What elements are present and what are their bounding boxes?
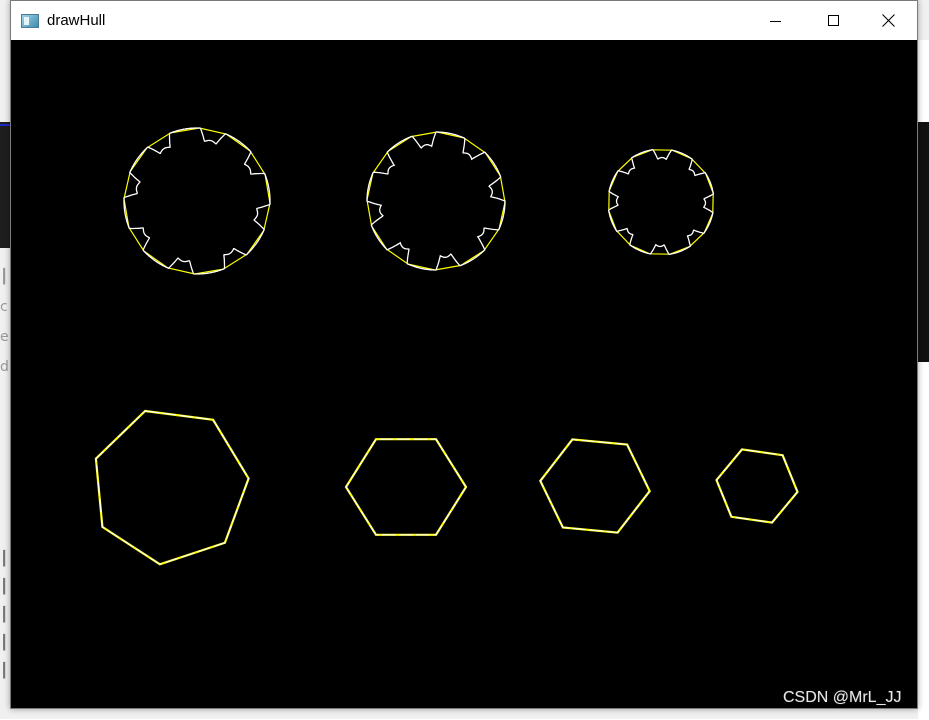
gear-large-hull xyxy=(123,127,271,275)
maximize-button[interactable] xyxy=(811,1,857,40)
minimize-icon xyxy=(770,20,781,22)
background-app-right-dark xyxy=(918,122,929,362)
window-title: drawHull xyxy=(47,12,106,29)
hexagon-medium-hull xyxy=(539,438,651,534)
close-icon xyxy=(881,14,895,27)
title-bar[interactable]: drawHull xyxy=(11,1,917,40)
hexagon-large-hull xyxy=(344,438,468,536)
background-app-right-edge xyxy=(918,40,929,720)
hull-drawing xyxy=(94,127,799,566)
gear-small-hull xyxy=(608,149,714,255)
heptagon-contour xyxy=(95,410,250,565)
close-button[interactable] xyxy=(865,1,911,40)
watermark-text: CSDN @MrL_JJ xyxy=(783,689,902,706)
gear-medium-contour xyxy=(366,131,506,271)
minimize-button[interactable] xyxy=(753,1,799,40)
hexagon-small-hull xyxy=(715,448,799,524)
drawhull-window[interactable]: drawHull xyxy=(10,0,918,709)
image-canvas xyxy=(11,40,917,708)
app-window-icon[interactable] xyxy=(21,13,39,28)
hexagon-medium-contour xyxy=(539,438,651,534)
maximize-icon xyxy=(828,14,839,26)
hexagon-large-contour xyxy=(345,438,467,536)
